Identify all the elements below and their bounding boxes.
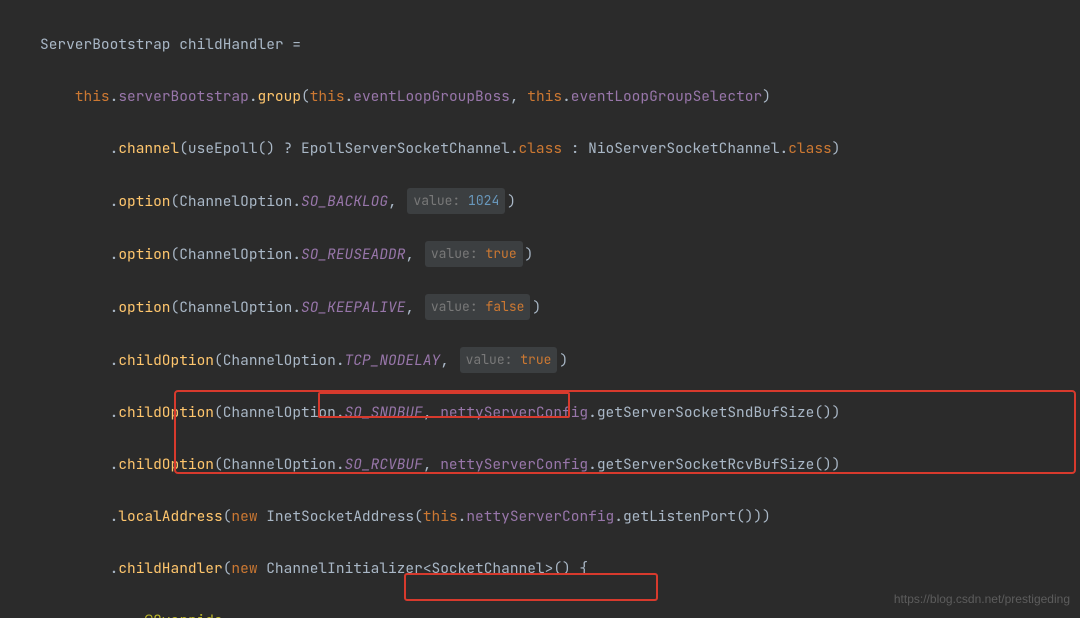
code-line: ServerBootstrap childHandler = xyxy=(0,32,1080,58)
inlay-hint: value: true xyxy=(460,347,558,373)
code-line: .localAddress(new InetSocketAddress(this… xyxy=(0,504,1080,530)
code-line: .option(ChannelOption.SO_REUSEADDR, valu… xyxy=(0,241,1080,268)
code-line: .childOption(ChannelOption.TCP_NODELAY, … xyxy=(0,347,1080,374)
watermark: https://blog.csdn.net/prestigeding xyxy=(894,586,1070,612)
code-line: .option(ChannelOption.SO_KEEPALIVE, valu… xyxy=(0,294,1080,321)
code-block: ServerBootstrap childHandler = this.serv… xyxy=(0,0,1080,618)
code-line: .childHandler(new ChannelInitializer<Soc… xyxy=(0,556,1080,582)
code-line: .channel(useEpoll() ? EpollServerSocketC… xyxy=(0,136,1080,162)
inlay-hint: value: false xyxy=(425,294,531,320)
code-line: this.serverBootstrap.group(this.eventLoo… xyxy=(0,84,1080,110)
code-line: .childOption(ChannelOption.SO_RCVBUF, ne… xyxy=(0,452,1080,478)
inlay-hint: value: 1024 xyxy=(407,188,505,214)
code-line: .childOption(ChannelOption.SO_SNDBUF, ne… xyxy=(0,400,1080,426)
code-line: .option(ChannelOption.SO_BACKLOG, value:… xyxy=(0,188,1080,215)
inlay-hint: value: true xyxy=(425,241,523,267)
